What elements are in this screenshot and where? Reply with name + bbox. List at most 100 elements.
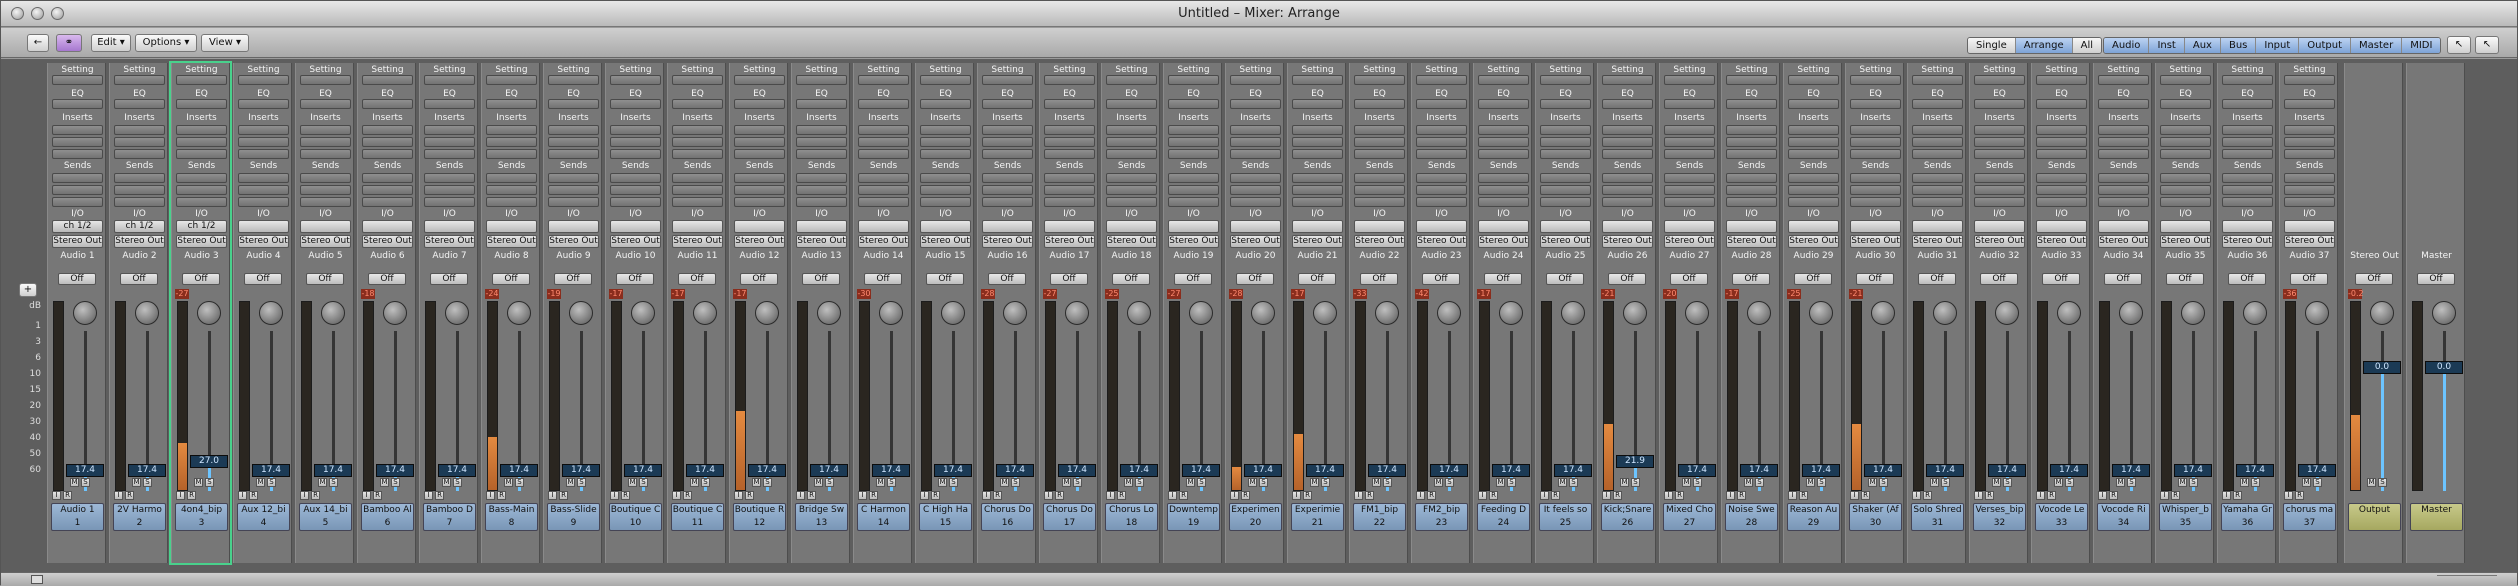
pan-knob[interactable]	[1065, 301, 1089, 325]
output-selector[interactable]: Stereo Out	[1478, 235, 1529, 248]
input-monitor-button[interactable]: I	[362, 491, 371, 500]
volume-readout[interactable]: 17.4	[2174, 464, 2212, 477]
pan-knob[interactable]	[2432, 301, 2456, 325]
send-slot[interactable]	[2160, 173, 2211, 183]
volume-readout[interactable]: 0.0	[2363, 361, 2401, 374]
input-selector[interactable]	[1230, 220, 1281, 233]
pan-knob[interactable]	[507, 301, 531, 325]
solo-button[interactable]: S	[1569, 478, 1578, 487]
insert-slot[interactable]	[1478, 125, 1529, 135]
send-slot[interactable]	[362, 185, 413, 195]
insert-slot[interactable]	[920, 149, 971, 159]
channel-name[interactable]: Reason Au 29	[1787, 503, 1840, 531]
automation-mode[interactable]: Off	[1856, 273, 1894, 285]
eq-slot[interactable]	[1416, 99, 1467, 109]
insert-slot[interactable]	[52, 149, 103, 159]
input-selector[interactable]	[1602, 220, 1653, 233]
pan-knob[interactable]	[879, 301, 903, 325]
setting-slot[interactable]	[548, 75, 599, 85]
solo-button[interactable]: S	[949, 478, 958, 487]
record-button[interactable]: R	[621, 491, 630, 500]
send-slot[interactable]	[1478, 185, 1529, 195]
channel-name[interactable]: Solo Shred 31	[1911, 503, 1964, 531]
input-monitor-button[interactable]: I	[1230, 491, 1239, 500]
insert-slot[interactable]	[1788, 149, 1839, 159]
solo-button[interactable]: S	[2127, 478, 2136, 487]
channel-name[interactable]: Yamaha Gr 36	[2221, 503, 2274, 531]
eq-slot[interactable]	[920, 99, 971, 109]
view-arrange-button[interactable]: Arrange	[2015, 38, 2073, 53]
insert-slot[interactable]	[1664, 149, 1715, 159]
send-slot[interactable]	[1974, 173, 2025, 183]
insert-slot[interactable]	[1974, 125, 2025, 135]
channel-name[interactable]: Boutique C 10	[609, 503, 662, 531]
output-selector[interactable]: Stereo Out	[1230, 235, 1281, 248]
automation-mode[interactable]: Off	[1112, 273, 1150, 285]
input-monitor-button[interactable]: I	[1664, 491, 1673, 500]
send-slot[interactable]	[424, 197, 475, 207]
output-selector[interactable]: Stereo Out	[858, 235, 909, 248]
mute-button[interactable]: M	[1000, 478, 1009, 487]
channel-name[interactable]: C High Ha 15	[919, 503, 972, 531]
record-button[interactable]: R	[1241, 491, 1250, 500]
insert-slot[interactable]	[2160, 149, 2211, 159]
insert-slot[interactable]	[796, 149, 847, 159]
channel-name[interactable]: FM2_bip 23	[1415, 503, 1468, 531]
pan-knob[interactable]	[2305, 301, 2329, 325]
record-button[interactable]: R	[1737, 491, 1746, 500]
channel-name[interactable]: Chorus Lo 18	[1105, 503, 1158, 531]
insert-slot[interactable]	[1292, 149, 1343, 159]
setting-slot[interactable]	[362, 75, 413, 85]
mute-button[interactable]: M	[690, 478, 699, 487]
record-button[interactable]: R	[1055, 491, 1064, 500]
output-selector[interactable]: Stereo Out	[982, 235, 1033, 248]
solo-button[interactable]: S	[1631, 478, 1640, 487]
input-monitor-button[interactable]: I	[1044, 491, 1053, 500]
insert-slot[interactable]	[424, 149, 475, 159]
volume-readout[interactable]: 21.9	[1616, 455, 1654, 468]
solo-button[interactable]: S	[205, 478, 214, 487]
send-slot[interactable]	[1354, 173, 1405, 183]
eq-slot[interactable]	[2098, 99, 2149, 109]
channel-name[interactable]: Whisper_b 35	[2159, 503, 2212, 531]
pan-knob[interactable]	[1437, 301, 1461, 325]
send-slot[interactable]	[1106, 185, 1157, 195]
input-selector[interactable]: ch 1/2	[114, 220, 165, 233]
pan-knob[interactable]	[135, 301, 159, 325]
insert-slot[interactable]	[1168, 125, 1219, 135]
send-slot[interactable]	[920, 185, 971, 195]
eq-slot[interactable]	[1478, 99, 1529, 109]
volume-readout[interactable]: 17.4	[1306, 464, 1344, 477]
send-slot[interactable]	[1788, 185, 1839, 195]
channel-strip[interactable]: Setting EQ Inserts Sends I/O Stereo Out Audio …	[357, 63, 416, 563]
pan-knob[interactable]	[2370, 301, 2394, 325]
channel-strip[interactable]: Setting EQ Inserts Sends I/O Stereo Out Audio …	[481, 63, 540, 563]
input-selector[interactable]	[920, 220, 971, 233]
insert-slot[interactable]	[300, 137, 351, 147]
record-button[interactable]: R	[311, 491, 320, 500]
input-monitor-button[interactable]: I	[672, 491, 681, 500]
eq-slot[interactable]	[1726, 99, 1777, 109]
volume-readout[interactable]: 17.4	[1492, 464, 1530, 477]
input-monitor-button[interactable]: I	[796, 491, 805, 500]
input-monitor-button[interactable]: I	[1354, 491, 1363, 500]
setting-slot[interactable]	[610, 75, 661, 85]
insert-slot[interactable]	[238, 125, 289, 135]
channel-strip[interactable]: Setting EQ Inserts Sends I/O ch 1/2 Stereo Out…	[47, 63, 106, 563]
send-slot[interactable]	[1230, 173, 1281, 183]
insert-slot[interactable]	[1106, 137, 1157, 147]
send-slot[interactable]	[1602, 185, 1653, 195]
automation-mode[interactable]: Off	[1980, 273, 2018, 285]
channel-name[interactable]: Output	[2348, 503, 2401, 531]
input-selector[interactable]	[238, 220, 289, 233]
volume-readout[interactable]: 17.4	[748, 464, 786, 477]
record-button[interactable]: R	[1799, 491, 1808, 500]
send-slot[interactable]	[52, 185, 103, 195]
send-slot[interactable]	[610, 185, 661, 195]
channel-name[interactable]: Kick;Snare 26	[1601, 503, 1654, 531]
input-monitor-button[interactable]: I	[610, 491, 619, 500]
setting-slot[interactable]	[920, 75, 971, 85]
insert-slot[interactable]	[114, 137, 165, 147]
insert-slot[interactable]	[486, 125, 537, 135]
insert-slot[interactable]	[2284, 149, 2335, 159]
